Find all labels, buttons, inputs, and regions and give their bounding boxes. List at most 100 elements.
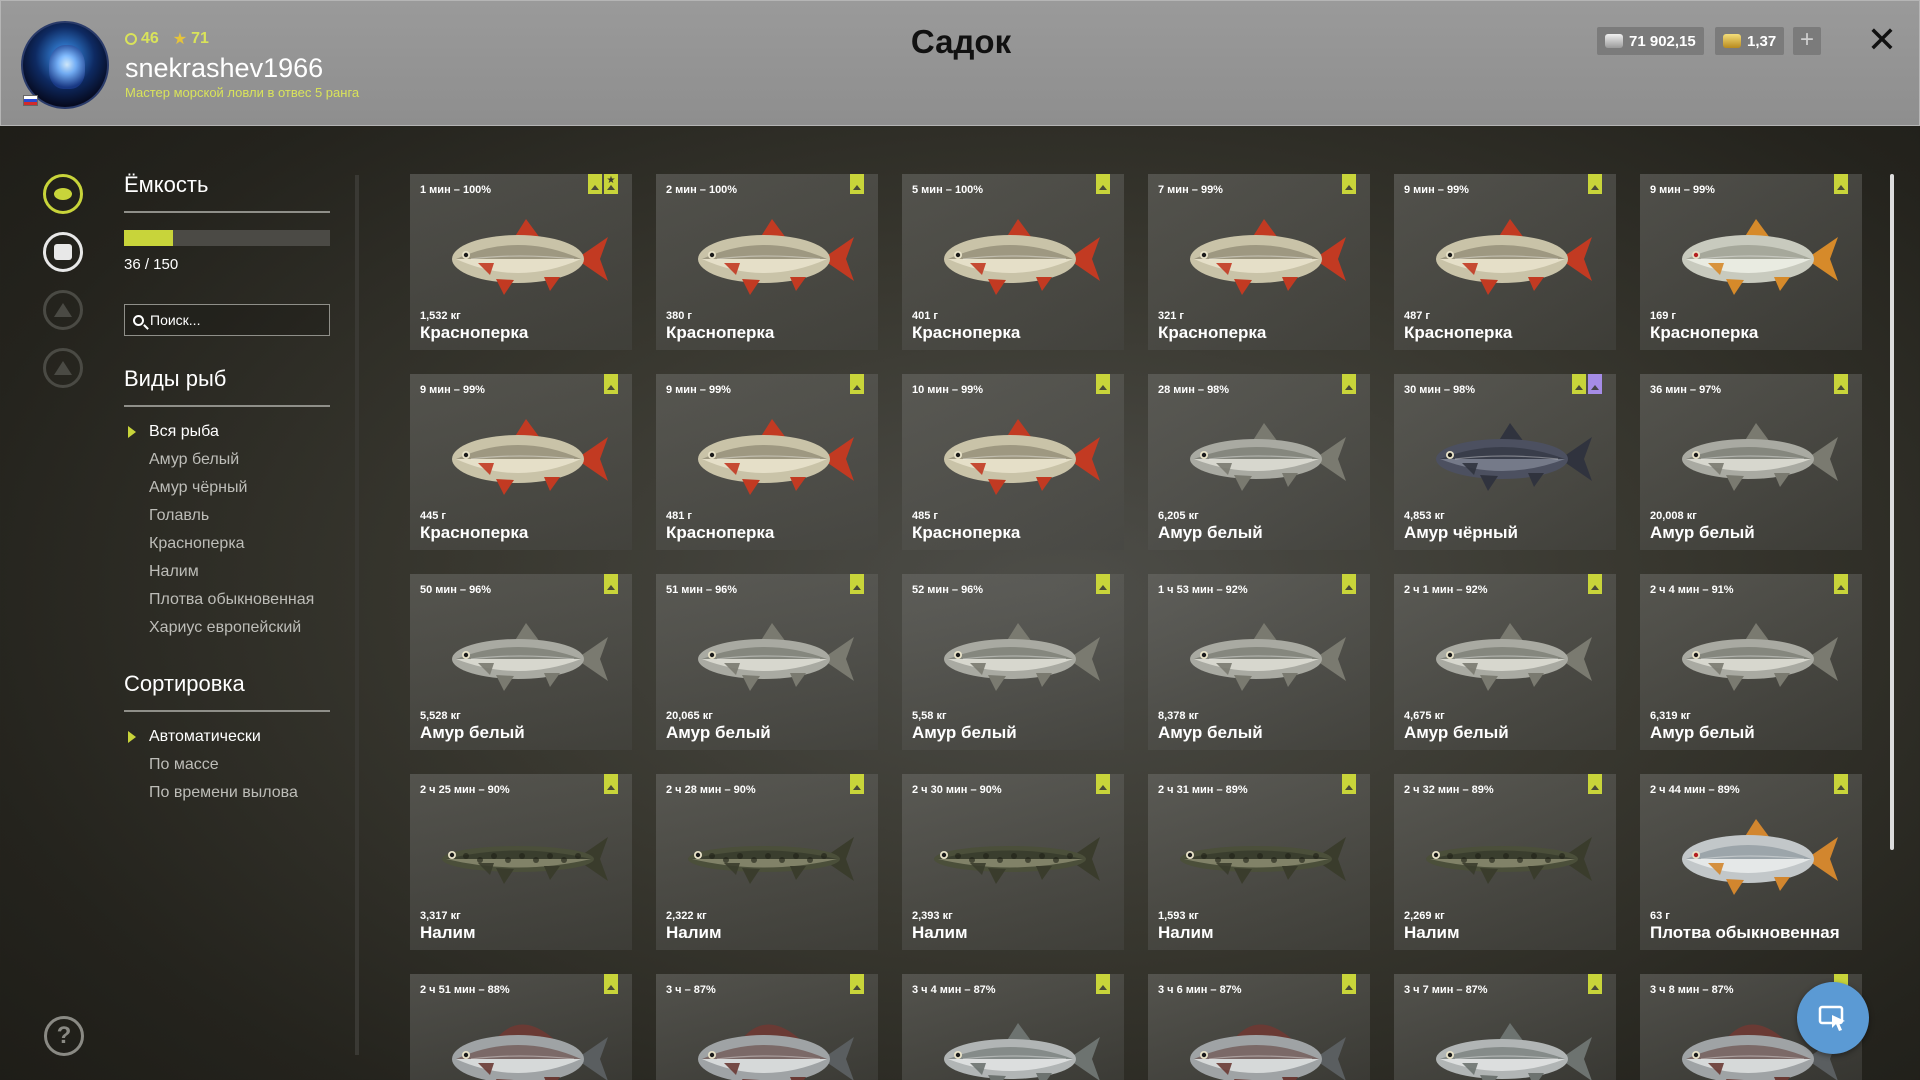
catch-time: 9 мин – 99% [1404,184,1469,196]
fish-card[interactable]: 2 мин – 100% 380 г Красноперка [656,174,878,350]
fish-name: Амур белый [1158,723,1263,742]
species-filter-item[interactable]: Налим [124,558,314,586]
fish-card[interactable]: 9 мин – 99% 169 г Красноперка [1640,174,1862,350]
fish-card[interactable]: 36 мин – 97% 20,008 кг Амур белый [1640,374,1862,550]
sort-option-item[interactable]: Автоматически [124,723,298,751]
sort-option-item[interactable]: По массе [124,751,298,779]
bookmark-icon[interactable] [1096,774,1110,794]
fish-card[interactable]: 28 мин – 98% 6,205 кг Амур белый [1148,374,1370,550]
bookmark-icon[interactable] [850,374,864,394]
fish-image [1190,219,1346,295]
fish-card[interactable]: 1 ч 53 мин – 92% 8,378 кг Амур белый [1148,574,1370,750]
fish-card[interactable]: 50 мин – 96% 5,528 кг Амур белый [410,574,632,750]
search-box[interactable] [124,304,330,336]
fish-card[interactable]: 52 мин – 96% 5,58 кг Амур белый [902,574,1124,750]
bookmark-icon[interactable] [604,774,618,794]
silver-balance: 71 902,15 [1597,27,1704,55]
fish-card[interactable]: 2 ч 4 мин – 91% 6,319 кг Амур белый [1640,574,1862,750]
species-filter-item[interactable]: Плотва обыкновенная [124,586,314,614]
bookmark-icon[interactable] [1342,174,1356,194]
fish-card[interactable]: 9 мин – 99% 445 г Красноперка [410,374,632,550]
fish-weight: 20,065 кг [666,710,713,722]
fish-card[interactable]: 2 ч 28 мин – 90% 2,322 кг Налим [656,774,878,950]
species-filter-item[interactable]: Голавль [124,502,314,530]
bookmark-icon[interactable] [1342,374,1356,394]
fish-card[interactable]: 3 ч 7 мин – 87% [1394,974,1616,1080]
bookmark-icon[interactable] [850,774,864,794]
fish-card[interactable]: 2 ч 1 мин – 92% 4,675 кг Амур белый [1394,574,1616,750]
species-filter-item[interactable]: Амур белый [124,446,314,474]
fish-card[interactable]: 3 ч 6 мин – 87% [1148,974,1370,1080]
species-filter-item[interactable]: Хариус европейский [124,614,314,642]
fish-card[interactable]: 2 ч 32 мин – 89% 2,269 кг Налим [1394,774,1616,950]
bookmark-icon[interactable] [1342,774,1356,794]
fish-card[interactable]: 3 ч 4 мин – 87% [902,974,1124,1080]
species-filter-item[interactable]: Вся рыба [124,418,314,446]
bookmark-icon[interactable] [588,174,602,194]
fish-image [934,837,1100,884]
bookmark-icon[interactable] [604,574,618,594]
fish-card[interactable]: 9 мин – 99% 487 г Красноперка [1394,174,1616,350]
fish-image [1436,623,1592,691]
close-button[interactable]: ✕ [1865,22,1899,58]
bookmark-icon[interactable] [1588,774,1602,794]
bookmark-icon[interactable] [1588,974,1602,994]
fish-card[interactable]: 2 ч 31 мин – 89% 1,593 кг Налим [1148,774,1370,950]
inventory-icon[interactable] [43,232,83,272]
catch-time: 50 мин – 96% [420,584,492,596]
sidebar-scrollbar[interactable] [355,175,359,1055]
bookmark-icon[interactable] [1342,574,1356,594]
fish-card[interactable]: 10 мин – 99% 485 г Красноперка [902,374,1124,550]
help-icon[interactable]: ? [44,1016,84,1056]
fish-card[interactable]: 3 ч – 87% [656,974,878,1080]
bookmark-icon[interactable] [604,974,618,994]
bookmark-icon[interactable] [1096,174,1110,194]
fish-card[interactable]: 2 ч 30 мин – 90% 2,393 кг Налим [902,774,1124,950]
fish-weight: 5,58 кг [912,710,947,722]
cursor-mode-button[interactable] [1797,982,1869,1054]
bookmark-icon[interactable] [604,374,618,394]
bookmark-icon[interactable] [1834,174,1848,194]
grid-scrollbar[interactable] [1890,174,1894,850]
bookmark-icon[interactable] [850,174,864,194]
catch-time: 2 ч 4 мин – 91% [1650,584,1734,596]
fish-name: Амур белый [666,723,771,742]
fish-card[interactable]: 9 мин – 99% 481 г Красноперка [656,374,878,550]
fish-weight: 2,322 кг [666,910,707,922]
inventory-glyph [54,244,72,260]
bookmark-icon[interactable] [1834,774,1848,794]
bookmark-icon[interactable] [1588,174,1602,194]
fish-card[interactable]: 2 ч 51 мин – 88% [410,974,632,1080]
silver-value: 71 902,15 [1629,32,1696,50]
fish-card[interactable]: 30 мин – 98% 4,853 кг Амур чёрный [1394,374,1616,550]
fish-image [944,419,1100,495]
fish-card[interactable]: 5 мин – 100% 401 г Красноперка [902,174,1124,350]
bookmark-icon[interactable] [1588,574,1602,594]
home-icon[interactable] [43,348,83,388]
bookmark-icon[interactable] [1834,374,1848,394]
upgrade-icon[interactable] [43,290,83,330]
bookmark-icon[interactable] [1342,974,1356,994]
bookmark-icon[interactable] [1096,974,1110,994]
add-currency-button[interactable]: + [1793,27,1821,55]
bookmark-icon[interactable] [1834,574,1848,594]
fish-card[interactable]: 51 мин – 96% 20,065 кг Амур белый [656,574,878,750]
fish-name: Красноперка [912,323,1021,342]
fish-name: Красноперка [666,323,775,342]
fish-card[interactable]: 2 ч 44 мин – 89% 63 г Плотва обыкновенная [1640,774,1862,950]
fish-name: Амур белый [1158,523,1263,542]
bookmark-icon[interactable] [1096,574,1110,594]
bookmark-icon[interactable] [850,974,864,994]
species-filter-item[interactable]: Красноперка [124,530,314,558]
search-input[interactable] [150,312,320,328]
bookmark-icon[interactable] [1572,374,1586,394]
fish-card[interactable]: 1 мин – 100% ★ 1,532 кг Красноперка [410,174,632,350]
fish-card[interactable]: 7 мин – 99% 321 г Красноперка [1148,174,1370,350]
keepnet-fish-icon[interactable] [43,174,83,214]
bookmark-icon[interactable] [850,574,864,594]
fish-card[interactable]: 2 ч 25 мин – 90% 3,317 кг Налим [410,774,632,950]
catch-time: 51 мин – 96% [666,584,738,596]
species-filter-item[interactable]: Амур чёрный [124,474,314,502]
bookmark-icon[interactable] [1096,374,1110,394]
sort-option-item[interactable]: По времени вылова [124,779,298,807]
